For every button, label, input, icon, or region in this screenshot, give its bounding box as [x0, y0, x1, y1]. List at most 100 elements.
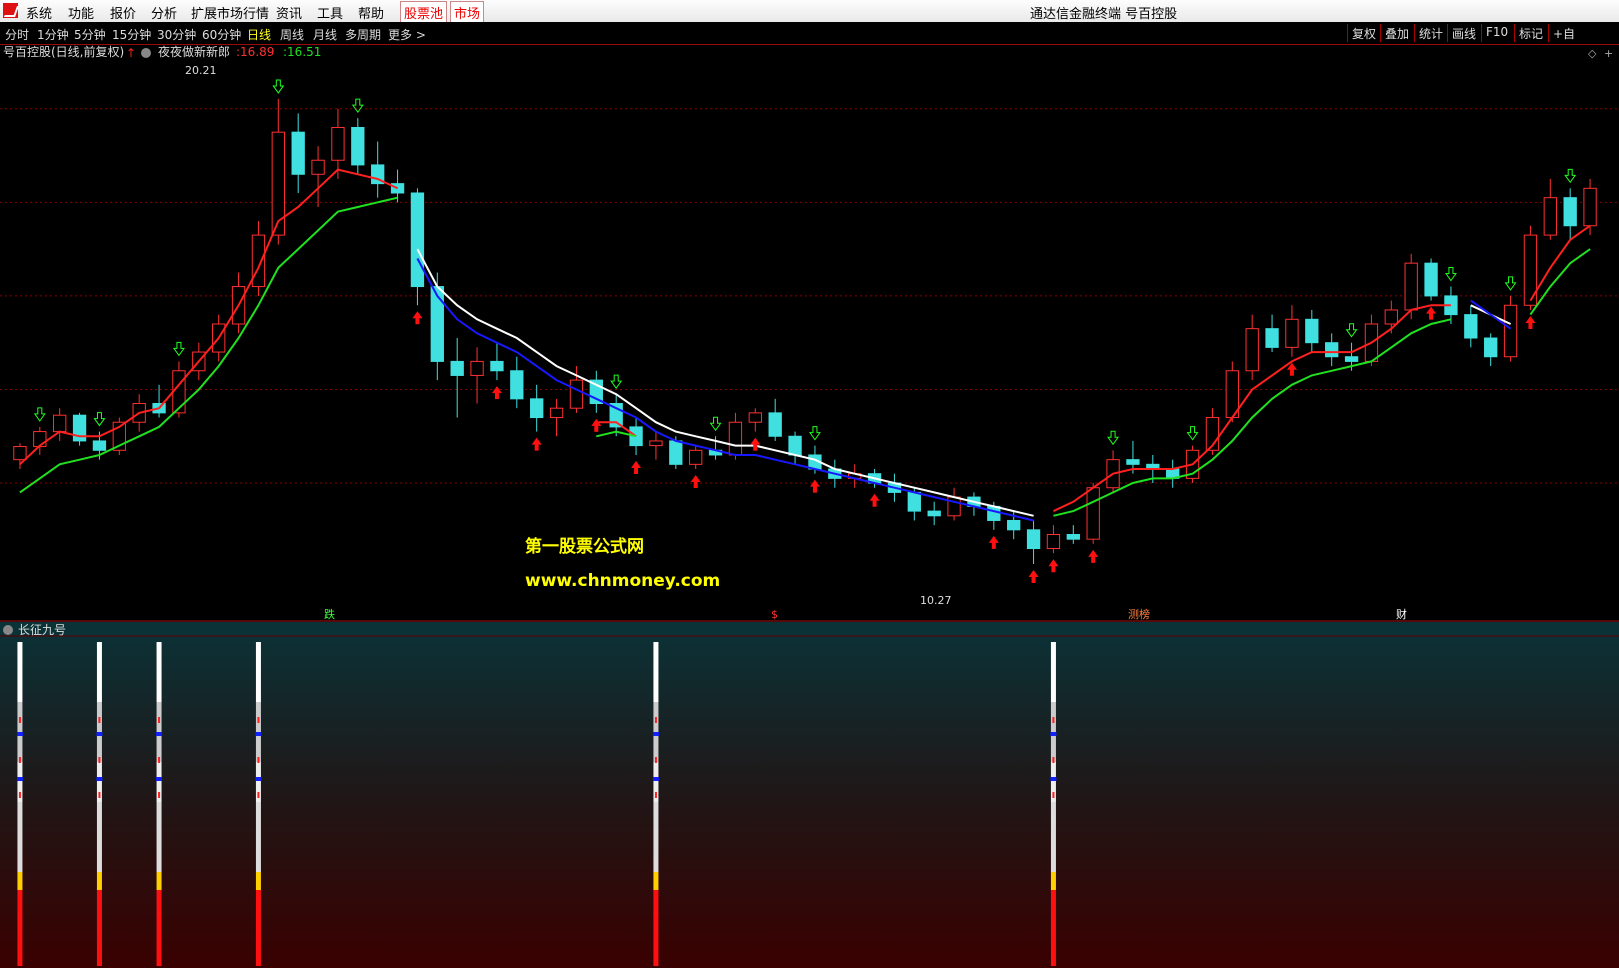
sub-chart-title: 长征九号: [18, 623, 66, 637]
signal-segment: [653, 890, 659, 966]
candle-body: [1086, 487, 1100, 540]
signal-segment: [17, 890, 23, 966]
candle-body: [13, 446, 27, 461]
signal-blue-mark: [652, 777, 659, 781]
signal-blue-mark: [16, 777, 23, 781]
signal-segment: [17, 872, 23, 890]
signal-red-mark: [158, 717, 161, 723]
signal-segment: [156, 872, 162, 890]
signal-segment: [96, 872, 102, 890]
candle-body: [1464, 314, 1478, 339]
signal-blue-mark: [96, 777, 103, 781]
candle-body: [549, 407, 564, 419]
diamond-icon[interactable]: ◇: [1588, 47, 1597, 60]
signal-segment: [17, 642, 23, 702]
candle-body: [1066, 534, 1080, 540]
max-price-label: 20.21: [185, 64, 217, 77]
bottom-tag-1: 跌: [324, 607, 335, 621]
candle-body: [1245, 328, 1259, 372]
signal-red-mark: [1052, 792, 1055, 798]
candle-body: [768, 412, 782, 437]
signal-red-mark: [257, 792, 260, 798]
signal-blue-mark: [156, 732, 163, 736]
indicator-name: 夜夜做新新郎: [158, 44, 230, 59]
candle-body: [33, 431, 47, 448]
candle-body: [1344, 356, 1359, 362]
candle-body: [311, 159, 325, 175]
add-window-icon[interactable]: +: [1604, 47, 1613, 60]
candle-body: [987, 505, 1001, 521]
candle-body: [291, 131, 305, 175]
signal-segment: [1050, 642, 1056, 702]
candle-body: [1046, 534, 1061, 550]
signal-red-mark: [158, 757, 161, 763]
candle-body: [351, 126, 365, 166]
candle-body: [172, 370, 186, 414]
signal-blue-mark: [255, 777, 262, 781]
sub-chart-menu-icon[interactable]: [3, 625, 13, 635]
signal-blue-mark: [1050, 732, 1057, 736]
sub-chart-background: [0, 622, 1619, 968]
bottom-tag-2: $: [771, 608, 778, 621]
candle-body: [1384, 309, 1398, 325]
bottom-tag-3: 测榜: [1128, 607, 1150, 621]
candle-body: [1026, 529, 1041, 550]
candle-body: [1583, 187, 1597, 227]
candle-body: [1424, 262, 1438, 297]
indicator-value-red: :16.89: [236, 45, 274, 59]
candle-body: [1404, 262, 1418, 311]
signal-red-mark: [98, 717, 101, 723]
indicator-menu-icon[interactable]: [141, 48, 151, 58]
candle-body: [728, 421, 743, 456]
signal-segment: [653, 802, 659, 872]
candle-body: [1543, 197, 1557, 236]
candle-body: [470, 360, 484, 376]
signal-blue-mark: [156, 777, 163, 781]
signal-segment: [255, 890, 261, 966]
watermark-title: 第一股票公式网: [525, 536, 644, 557]
candle-body: [1007, 519, 1021, 531]
candle-body: [490, 360, 504, 372]
signal-segment: [17, 802, 23, 872]
indicator-value-green: :16.51: [283, 45, 321, 59]
signal-segment: [653, 872, 659, 890]
candle-body: [748, 412, 762, 423]
signal-segment: [156, 802, 162, 872]
signal-blue-mark: [255, 732, 262, 736]
chart-canvas[interactable]: 号百控股(日线,前复权) ↑ 夜夜做新新郎 :16.89 :16.51 20.2…: [0, 0, 1619, 968]
candle-body: [907, 491, 921, 512]
bottom-tag-4: 财: [1396, 607, 1407, 621]
candle-body: [649, 440, 663, 447]
candle-body: [1126, 459, 1140, 465]
signal-red-mark: [18, 792, 21, 798]
signal-blue-mark: [652, 732, 659, 736]
signal-red-mark: [1052, 717, 1055, 723]
signal-red-mark: [1052, 757, 1055, 763]
candle-body: [530, 398, 544, 419]
signal-red-mark: [257, 757, 260, 763]
candle-body: [510, 370, 524, 400]
signal-segment: [1050, 872, 1056, 890]
min-price-label: 10.27: [920, 594, 952, 607]
candle-body: [569, 379, 584, 409]
candle-body: [251, 234, 266, 288]
candle-body: [1484, 337, 1498, 358]
signal-blue-mark: [1050, 777, 1057, 781]
signal-red-mark: [18, 757, 21, 763]
signal-red-mark: [98, 792, 101, 798]
signal-red-mark: [257, 717, 260, 723]
candle-body: [1285, 318, 1299, 348]
signal-red-mark: [654, 717, 657, 723]
signal-segment: [156, 642, 162, 702]
candle-body: [669, 440, 683, 465]
signal-red-mark: [158, 792, 161, 798]
signal-segment: [96, 802, 102, 872]
signal-blue-mark: [96, 732, 103, 736]
candle-body: [271, 131, 285, 236]
signal-segment: [653, 642, 659, 702]
candle-body: [53, 414, 67, 433]
signal-segment: [255, 802, 261, 872]
candle-body: [1325, 342, 1339, 358]
candle-body: [1563, 197, 1577, 227]
signal-segment: [156, 890, 162, 966]
